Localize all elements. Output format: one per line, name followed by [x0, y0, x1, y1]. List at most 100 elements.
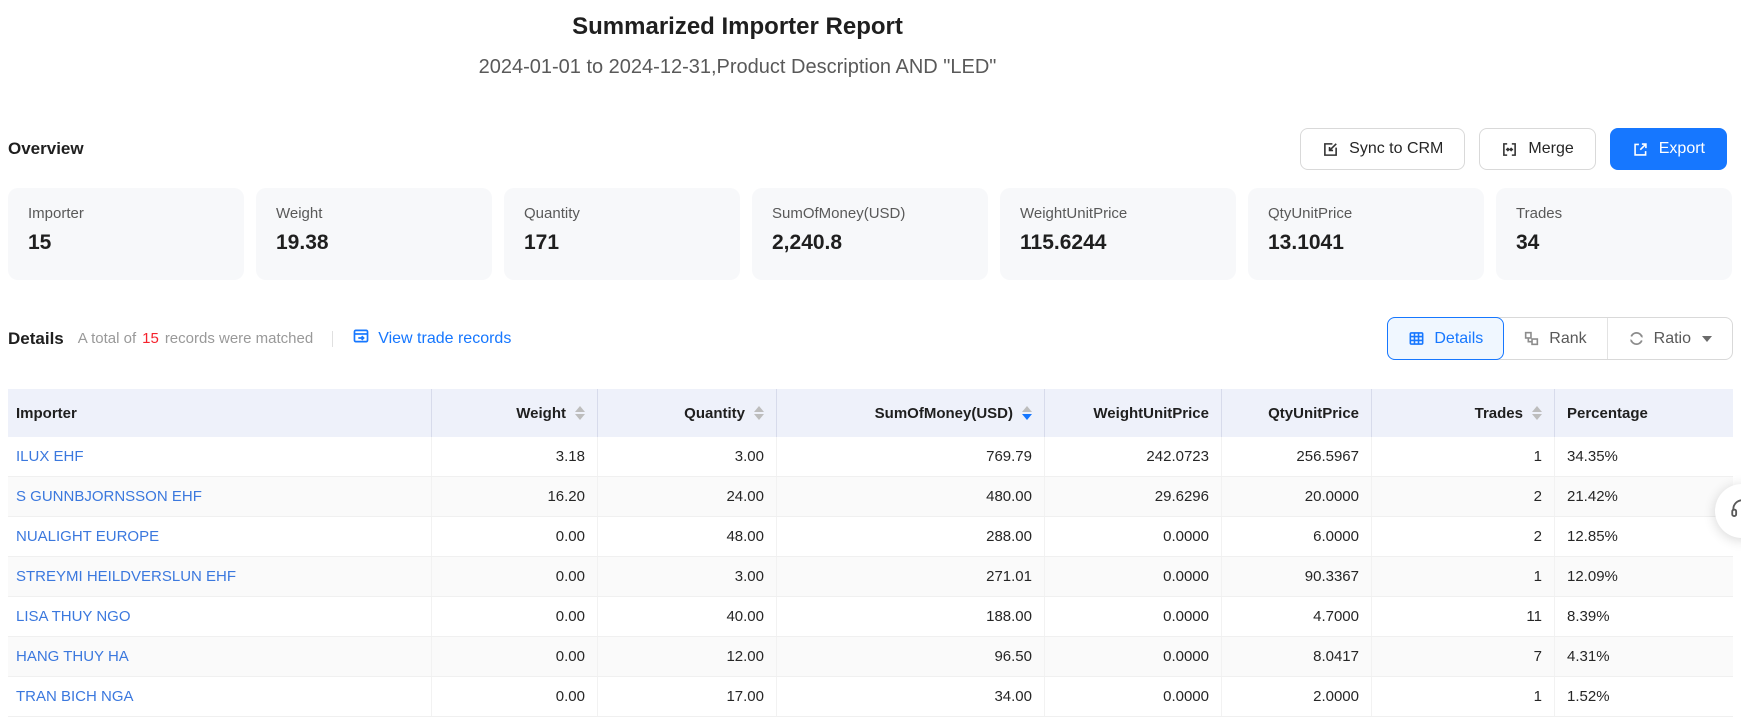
cell-sumofmoney-usd: 271.01 [777, 557, 1045, 596]
tab-ratio[interactable]: Ratio [1607, 318, 1732, 359]
cell-percentage: 8.39% [1555, 597, 1733, 636]
table-row: S GUNNBJORNSSON EHF16.2024.00480.0029.62… [8, 477, 1733, 517]
sort-icon [754, 406, 764, 420]
cell-weight: 0.00 [432, 517, 598, 556]
cell-weightunitprice: 242.0723 [1045, 437, 1222, 476]
cell-weightunitprice: 0.0000 [1045, 557, 1222, 596]
rank-icon [1523, 330, 1540, 347]
export-label: Export [1659, 140, 1705, 158]
importer-link[interactable]: HANG THUY HA [8, 637, 432, 676]
column-header-qtyunitprice: QtyUnitPrice [1222, 389, 1372, 437]
details-heading: Details [8, 329, 64, 349]
cell-trades: 1 [1372, 677, 1555, 716]
cell-sumofmoney-usd: 480.00 [777, 477, 1045, 516]
table-row: ILUX EHF3.183.00769.79242.0723256.596713… [8, 437, 1733, 477]
stat-card-value: 171 [524, 231, 728, 255]
merge-label: Merge [1528, 140, 1573, 158]
sync-to-crm-button[interactable]: Sync to CRM [1300, 128, 1465, 170]
table-row: STREYMI HEILDVERSLUN EHF0.003.00271.010.… [8, 557, 1733, 597]
column-header-sumofmoney-usd[interactable]: SumOfMoney(USD) [777, 389, 1045, 437]
cell-trades: 1 [1372, 557, 1555, 596]
stat-card-label: QtyUnitPrice [1268, 205, 1472, 222]
view-trade-records-label: View trade records [378, 330, 511, 348]
tab-label: Ratio [1654, 330, 1691, 348]
cell-sumofmoney-usd: 288.00 [777, 517, 1045, 556]
sync-to-crm-icon [1322, 141, 1339, 158]
stat-card-label: WeightUnitPrice [1020, 205, 1224, 222]
cell-weightunitprice: 0.0000 [1045, 597, 1222, 636]
stat-card-importer: Importer 15 [8, 188, 244, 280]
tab-rank[interactable]: Rank [1503, 318, 1606, 359]
cell-percentage: 21.42% [1555, 477, 1733, 516]
cell-quantity: 24.00 [598, 477, 777, 516]
cell-qtyunitprice: 20.0000 [1222, 477, 1372, 516]
column-header-percentage: Percentage [1555, 389, 1733, 437]
cell-qtyunitprice: 4.7000 [1222, 597, 1372, 636]
overview-toolbar: Overview Sync to CRM Merge [8, 128, 1727, 170]
cell-percentage: 12.85% [1555, 517, 1733, 556]
cell-weight: 0.00 [432, 677, 598, 716]
cell-qtyunitprice: 6.0000 [1222, 517, 1372, 556]
cell-weight: 0.00 [432, 597, 598, 636]
page-subtitle: 2024-01-01 to 2024-12-31,Product Descrip… [0, 56, 1475, 79]
cell-percentage: 34.35% [1555, 437, 1733, 476]
cell-trades: 2 [1372, 517, 1555, 556]
cell-weight: 0.00 [432, 637, 598, 676]
ratio-icon [1628, 330, 1645, 347]
tab-details[interactable]: Details [1387, 317, 1504, 360]
stat-card-label: Quantity [524, 205, 728, 222]
tab-label: Details [1434, 330, 1483, 348]
stat-card-value: 2,240.8 [772, 231, 976, 255]
match-count: 15 [136, 330, 165, 347]
column-header-label: QtyUnitPrice [1268, 405, 1359, 422]
cell-weight: 3.18 [432, 437, 598, 476]
column-header-label: Weight [516, 405, 566, 422]
stat-card-label: SumOfMoney(USD) [772, 205, 976, 222]
stat-card-value: 115.6244 [1020, 231, 1224, 255]
cell-weight: 0.00 [432, 557, 598, 596]
divider [332, 331, 333, 347]
cell-weight: 16.20 [432, 477, 598, 516]
toolbar-buttons: Sync to CRM Merge Export [1300, 128, 1727, 170]
cell-quantity: 40.00 [598, 597, 777, 636]
stat-card-value: 34 [1516, 231, 1720, 255]
view-trade-records-link[interactable]: View trade records [352, 327, 511, 350]
cell-percentage: 1.52% [1555, 677, 1733, 716]
stat-cards: Importer15Weight19.38Quantity171SumOfMon… [8, 188, 1732, 280]
page-title: Summarized Importer Report [0, 13, 1475, 41]
cell-qtyunitprice: 8.0417 [1222, 637, 1372, 676]
cell-qtyunitprice: 256.5967 [1222, 437, 1372, 476]
stat-card-label: Trades [1516, 205, 1720, 222]
cell-quantity: 3.00 [598, 437, 777, 476]
overview-heading: Overview [8, 139, 84, 159]
column-header-label: Percentage [1567, 405, 1648, 422]
details-icon [1408, 330, 1425, 347]
cell-sumofmoney-usd: 34.00 [777, 677, 1045, 716]
cell-percentage: 12.09% [1555, 557, 1733, 596]
cell-weightunitprice: 0.0000 [1045, 677, 1222, 716]
column-header-weight[interactable]: Weight [432, 389, 598, 437]
importer-link[interactable]: TRAN BICH NGA [8, 677, 432, 716]
merge-button[interactable]: Merge [1479, 128, 1595, 170]
sync-to-crm-label: Sync to CRM [1349, 140, 1443, 158]
importer-link[interactable]: STREYMI HEILDVERSLUN EHF [8, 557, 432, 596]
column-header-label: SumOfMoney(USD) [875, 405, 1013, 422]
importer-link[interactable]: NUALIGHT EUROPE [8, 517, 432, 556]
importer-link[interactable]: S GUNNBJORNSSON EHF [8, 477, 432, 516]
cell-trades: 11 [1372, 597, 1555, 636]
stat-card-label: Weight [276, 205, 480, 222]
importer-link[interactable]: LISA THUY NGO [8, 597, 432, 636]
stat-card-label: Importer [28, 205, 232, 222]
cell-weightunitprice: 0.0000 [1045, 637, 1222, 676]
column-header-label: Quantity [684, 405, 745, 422]
sort-icon [575, 406, 585, 420]
stat-card-value: 15 [28, 231, 232, 255]
table-row: TRAN BICH NGA0.0017.0034.000.00002.00001… [8, 677, 1733, 717]
importer-link[interactable]: ILUX EHF [8, 437, 432, 476]
column-header-trades[interactable]: Trades [1372, 389, 1555, 437]
export-button[interactable]: Export [1610, 128, 1727, 170]
cell-quantity: 48.00 [598, 517, 777, 556]
column-header-quantity[interactable]: Quantity [598, 389, 777, 437]
cell-sumofmoney-usd: 769.79 [777, 437, 1045, 476]
export-icon [1632, 141, 1649, 158]
